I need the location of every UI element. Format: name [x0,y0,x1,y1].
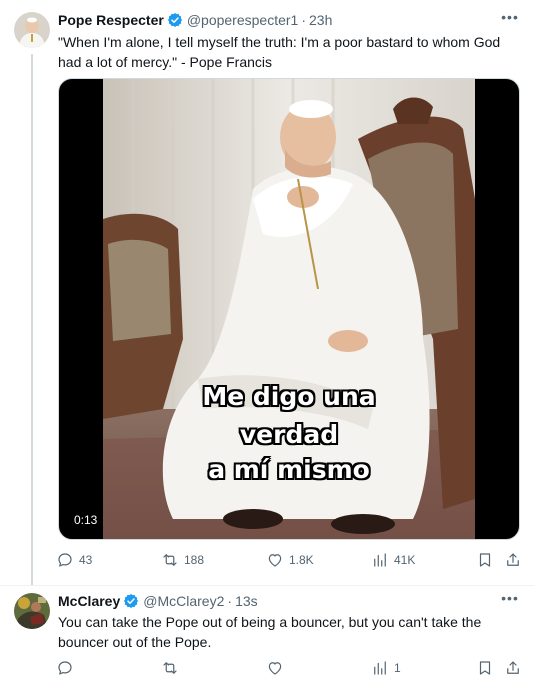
video-caption-line: Me digo una [202,382,376,411]
more-icon[interactable]: ••• [500,590,520,608]
like-icon [268,554,282,567]
like-button[interactable]: 1.8K [266,548,314,572]
views-icon [374,661,386,675]
repost-icon [163,662,177,674]
like-button[interactable] [266,656,284,680]
timestamp[interactable]: 23h [309,12,332,28]
author-handle[interactable]: @poperespecter1 [187,12,299,28]
author-handle[interactable]: @McClarey2 [143,593,224,609]
bookmark-button[interactable] [476,656,494,680]
tweet-text: "When I'm alone, I tell myself the truth… [58,34,501,70]
tweet-header: Pope Respecter @poperespecter1 · 23h [58,11,332,29]
video-duration-badge: 0:13 [68,511,104,529]
share-button[interactable] [504,548,522,572]
like-count: 1.8K [289,553,314,567]
repost-icon [163,554,177,566]
share-button[interactable] [504,656,522,680]
video-caption-line: a mí mismo [208,455,370,484]
verified-badge-icon [124,594,139,608]
avatar[interactable] [14,593,50,629]
video-caption-line: verdad [239,420,339,449]
like-icon [268,662,282,675]
separator: · [301,12,307,28]
views-button[interactable]: 1 [371,656,401,680]
repost-count: 188 [184,553,205,567]
repost-button[interactable] [161,656,179,680]
share-icon [507,553,519,566]
tweet-actions: 1 [50,656,528,680]
bookmark-icon [479,661,491,675]
tweet-header: McClarey @McClarey2 · 13s [58,592,258,610]
tweet-text: You can take the Pope out of being a bou… [58,614,482,650]
author-name[interactable]: Pope Respecter [58,12,164,28]
timestamp[interactable]: 13s [235,593,258,609]
tweet-mcclarey[interactable]: McClarey @McClarey2 · 13s ••• You can ta… [0,585,534,686]
reply-icon [58,661,72,675]
video-frame: Me digo una verdad a mí mismo [103,79,475,539]
avatar[interactable] [14,12,50,48]
reply-button[interactable]: 43 [56,548,92,572]
view-count: 1 [394,661,401,675]
bookmark-icon [479,553,491,567]
reply-count: 43 [79,553,93,567]
verified-badge-icon [167,13,182,27]
author-name[interactable]: McClarey [58,593,120,609]
reply-icon [58,553,72,567]
tweet-pope-respecter[interactable]: Pope Respecter @poperespecter1 · 23h •••… [0,0,534,585]
more-icon[interactable]: ••• [500,9,520,27]
view-count: 41K [394,553,416,567]
video-player[interactable]: Me digo una verdad a mí mismo 0:13 [58,78,520,540]
share-icon [507,661,519,674]
repost-button[interactable]: 188 [161,548,204,572]
views-icon [374,553,386,567]
bookmark-button[interactable] [476,548,494,572]
views-button[interactable]: 41K [371,548,415,572]
tweet-actions: 43 188 1.8K 41K [50,548,528,572]
reply-button[interactable] [56,656,74,680]
separator: · [227,593,233,609]
